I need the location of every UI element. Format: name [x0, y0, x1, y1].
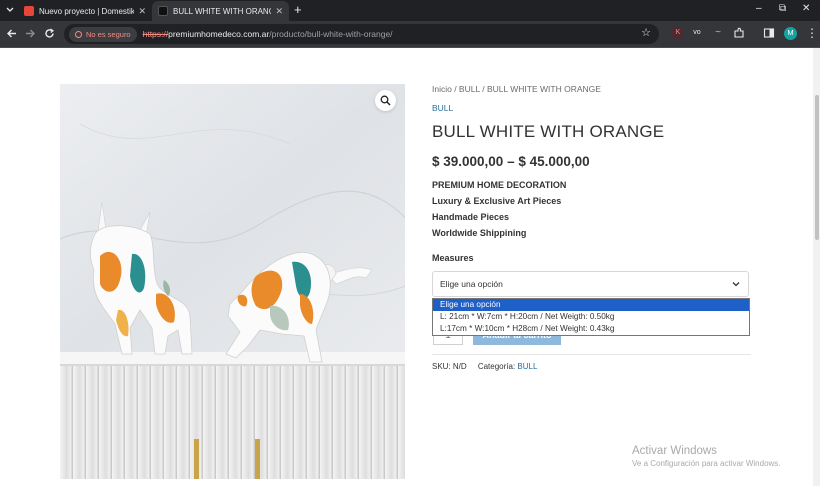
tab-product[interactable]: BULL WHITE WITH ORANGE – P ✕ [152, 1, 289, 21]
bull-sculpture-photo [60, 84, 405, 479]
browser-toolbar: No es seguro https:// premiumhomedeco.co… [0, 21, 820, 48]
side-panel-icon[interactable] [763, 27, 775, 39]
zoom-button[interactable] [375, 90, 396, 111]
feature-line: Luxury & Exclusive Art Pieces [432, 196, 562, 206]
option-placeholder[interactable]: Elige una opción [433, 299, 749, 311]
profile-avatar[interactable]: M [784, 27, 797, 40]
extensions-puzzle-icon[interactable] [733, 27, 745, 39]
sku-label: SKU: [432, 362, 451, 371]
extension-tilde-icon[interactable]: ~ [712, 27, 724, 39]
tab-title: Nuevo proyecto | Domestika [39, 6, 135, 16]
product-image[interactable] [60, 84, 405, 479]
product-meta: SKU: N/D Categoría: BULL [432, 362, 537, 371]
url-scheme: https:// [142, 29, 169, 39]
measures-select[interactable]: Elige una opción [432, 271, 749, 297]
url-host: premiumhomedeco.com.ar [168, 29, 270, 39]
feature-line: Handmade Pieces [432, 212, 510, 222]
windows-activation-subtitle: Ve a Configuración para activar Windows. [632, 459, 781, 468]
security-indicator[interactable]: No es seguro [69, 26, 137, 42]
sku-value: N/D [452, 362, 467, 371]
extension-vo-icon[interactable]: vo [691, 27, 703, 39]
category-label: Categoría: [477, 362, 516, 371]
product-title: BULL WHITE WITH ORANGE [432, 122, 665, 141]
reload-icon[interactable] [44, 28, 55, 39]
tab-search-icon[interactable] [5, 4, 15, 14]
select-value: Elige una opción [440, 279, 503, 289]
divider [432, 354, 751, 355]
price-range: $ 39.000,00 – $ 45.000,00 [432, 154, 590, 169]
restore-button[interactable]: ⧉ [779, 3, 786, 14]
extension-k-icon[interactable]: K [672, 27, 684, 39]
tab-title: BULL WHITE WITH ORANGE – P [173, 6, 271, 16]
option-size-small[interactable]: L: 21cm * W:7cm * H:20cm / Net Weigth: 0… [433, 311, 749, 323]
tab-strip: Nuevo proyecto | Domestika ✕ BULL WHITE … [0, 0, 820, 21]
category-meta-link[interactable]: BULL [517, 362, 537, 371]
new-tab-button[interactable]: + [294, 2, 302, 17]
feature-line: PREMIUM HOME DECORATION [432, 180, 567, 190]
close-tab-icon[interactable]: ✕ [275, 6, 283, 17]
forward-arrow-icon[interactable] [25, 28, 36, 39]
feature-line: Worldwide Shippining [432, 228, 527, 238]
measures-label: Measures [432, 253, 474, 263]
tab-domestika[interactable]: Nuevo proyecto | Domestika ✕ [18, 1, 152, 21]
minimize-button[interactable]: – [756, 3, 762, 14]
domestika-favicon-icon [24, 6, 34, 16]
back-arrow-icon[interactable] [6, 28, 17, 39]
chevron-down-icon [732, 282, 740, 287]
windows-activation-title: Activar Windows [632, 445, 717, 457]
warning-icon [75, 30, 82, 38]
bookmark-star-icon[interactable]: ☆ [641, 26, 651, 39]
address-bar[interactable]: No es seguro https:// premiumhomedeco.co… [64, 24, 659, 44]
magnifier-icon [380, 95, 391, 106]
close-tab-icon[interactable]: ✕ [138, 6, 146, 17]
breadcrumb[interactable]: Inicio / BULL / BULL WHITE WITH ORANGE [432, 84, 601, 94]
security-label: No es seguro [86, 29, 131, 39]
measures-dropdown-list: Elige una opción L: 21cm * W:7cm * H:20c… [432, 298, 750, 336]
category-link[interactable]: BULL [432, 103, 453, 113]
menu-kebab-icon[interactable]: ⋮ [806, 25, 818, 41]
scrollbar-thumb[interactable] [815, 95, 819, 240]
url-path: /producto/bull-white-with-orange/ [269, 29, 393, 39]
site-favicon-icon [158, 6, 168, 16]
close-window-button[interactable]: ✕ [802, 3, 810, 14]
option-size-large[interactable]: L:17cm * W:10cm * H28cm / Net Weight: 0.… [433, 323, 749, 335]
